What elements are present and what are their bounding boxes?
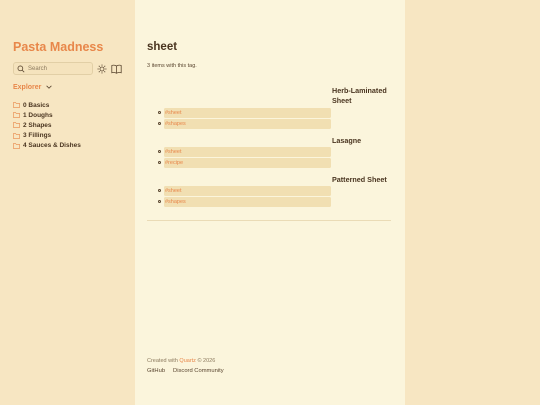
site-title[interactable]: Pasta Madness [13, 40, 103, 54]
search-placeholder: Search [28, 65, 48, 72]
folder-icon [13, 132, 20, 139]
bullet [158, 189, 161, 192]
folder-label: 3 Fillings [23, 132, 52, 140]
tag-link[interactable]: #shapes [165, 121, 186, 127]
folder-item-doughs[interactable]: 1 Doughs [13, 110, 81, 120]
entry-title[interactable]: Herb-Laminated Sheet [332, 86, 398, 106]
footer-created-with: Created with [147, 358, 178, 364]
footer-credit: Created with Quartz © 2026 [147, 358, 215, 364]
tag-pill: #sheet [164, 186, 331, 196]
tag-link[interactable]: #sheet [165, 149, 182, 155]
bullet [158, 200, 161, 203]
tag-pill: #sheet [164, 147, 331, 157]
folder-icon [13, 102, 20, 108]
sun-icon[interactable] [97, 64, 107, 74]
folder-icon [13, 122, 20, 129]
discord-link[interactable]: Discord Community [173, 368, 224, 374]
explorer-label: Explorer [13, 83, 42, 91]
chevron-down-icon [46, 85, 53, 89]
book-icon[interactable] [111, 64, 122, 74]
folder-icon [13, 143, 20, 149]
page-title: sheet [147, 41, 178, 53]
bullet [158, 122, 161, 125]
folder-label: 1 Doughs [23, 111, 53, 119]
right-sidebar [405, 0, 540, 405]
search-input[interactable]: Search [13, 62, 93, 75]
tag-link[interactable]: #recipe [165, 160, 183, 166]
footer-year: © 2026 [197, 358, 216, 364]
item-count: 3 items with this tag. [147, 63, 197, 69]
folder-item-basics[interactable]: 0 Basics [13, 100, 81, 110]
explorer-toggle[interactable]: Explorer [13, 83, 53, 91]
tag-pill: #sheet [164, 108, 331, 118]
entry-title[interactable]: Patterned Sheet [332, 175, 398, 185]
left-sidebar: Pasta Madness Search Explorer 0 Basics 1… [0, 0, 135, 405]
tag-pill: #recipe [164, 158, 331, 168]
bullet [158, 111, 161, 114]
tag-link[interactable]: #sheet [165, 110, 182, 116]
folder-icon [13, 112, 20, 118]
tag-pill: #shapes [164, 119, 331, 129]
folder-label: 0 Basics [23, 101, 50, 109]
folder-list: 0 Basics 1 Doughs 2 Shapes 3 Fillings 4 … [13, 100, 81, 151]
tag-pill: #shapes [164, 197, 331, 207]
folder-label: 4 Sauces & Dishes [23, 142, 81, 150]
footer-links: GitHub Discord Community [147, 368, 224, 374]
quartz-link[interactable]: Quartz [179, 358, 196, 364]
folder-label: 2 Shapes [23, 121, 52, 129]
bullet [158, 150, 161, 153]
folder-item-sauces-dishes[interactable]: 4 Sauces & Dishes [13, 141, 81, 151]
bullet [158, 161, 161, 164]
divider [147, 220, 391, 221]
tag-link[interactable]: #shapes [165, 199, 186, 205]
github-link[interactable]: GitHub [147, 368, 165, 374]
tag-link[interactable]: #sheet [165, 188, 182, 194]
folder-item-shapes[interactable]: 2 Shapes [13, 120, 81, 130]
entry-title[interactable]: Lasagne [332, 136, 398, 146]
search-icon [17, 65, 25, 72]
folder-item-fillings[interactable]: 3 Fillings [13, 131, 81, 141]
